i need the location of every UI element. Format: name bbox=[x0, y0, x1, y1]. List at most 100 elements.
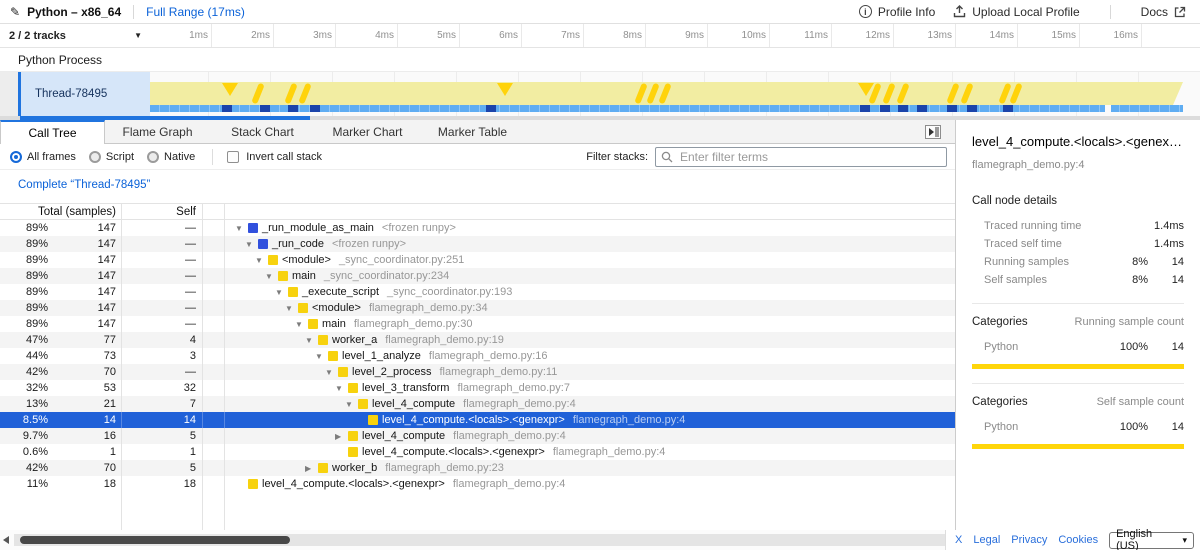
marker-slash-icon[interactable] bbox=[284, 83, 297, 105]
tab-flame-graph[interactable]: Flame Graph bbox=[105, 120, 210, 143]
tab-stack-chart[interactable]: Stack Chart bbox=[210, 120, 315, 143]
timeline-scrollbar bbox=[0, 116, 1200, 120]
category-name: Python bbox=[984, 418, 1104, 436]
expander-icon[interactable]: ▼ bbox=[275, 288, 288, 297]
radio-script[interactable]: Script bbox=[89, 151, 134, 163]
expander-icon[interactable]: ▼ bbox=[245, 240, 258, 249]
table-row[interactable]: 47%774▼worker_aflamegraph_demo.py:19 bbox=[0, 332, 955, 348]
footer-link-legal[interactable]: Legal bbox=[973, 534, 1000, 546]
marker-triangle-icon[interactable] bbox=[222, 83, 238, 96]
expander-icon[interactable]: ▼ bbox=[345, 400, 358, 409]
total-samples: 18 bbox=[48, 476, 121, 492]
table-row[interactable]: 89%147—▼main_sync_coordinator.py:234 bbox=[0, 268, 955, 284]
filter-stacks-input[interactable] bbox=[655, 147, 947, 167]
file-location: flamegraph_demo.py:4 bbox=[453, 430, 566, 442]
table-row[interactable]: 11%1818level_4_compute.<locals>.<genexpr… bbox=[0, 476, 955, 492]
category-percent: 100% bbox=[1104, 418, 1148, 436]
marker-triangle-icon[interactable] bbox=[497, 83, 513, 96]
table-row[interactable]: 13%217▼level_4_computeflamegraph_demo.py… bbox=[0, 396, 955, 412]
table-row[interactable]: 9.7%165▶level_4_computeflamegraph_demo.p… bbox=[0, 428, 955, 444]
self-cell: 5 bbox=[122, 460, 203, 476]
marker-slash-icon[interactable] bbox=[960, 83, 973, 105]
radio-all-frames[interactable]: All frames bbox=[10, 151, 76, 163]
category-color-bar bbox=[972, 364, 1184, 369]
table-row[interactable]: 89%147—▼_run_module_as_main<frozen runpy… bbox=[0, 220, 955, 236]
invert-call-stack-checkbox[interactable]: Invert call stack bbox=[227, 151, 322, 163]
scrollbar-thumb[interactable] bbox=[20, 536, 290, 544]
tab-marker-chart[interactable]: Marker Chart bbox=[315, 120, 420, 143]
table-row[interactable]: 42%70—▼level_2_processflamegraph_demo.py… bbox=[0, 364, 955, 380]
footer-link-cookies[interactable]: Cookies bbox=[1058, 534, 1098, 546]
function-name: main bbox=[322, 318, 346, 330]
sidebar: level_4_compute.<locals>.<genex… flamegr… bbox=[955, 120, 1200, 530]
expander-icon[interactable]: ▼ bbox=[325, 368, 338, 377]
tree-cell: ▼main_sync_coordinator.py:234 bbox=[225, 268, 955, 284]
total-cell: 32%53 bbox=[0, 380, 122, 396]
expander-icon[interactable]: ▼ bbox=[285, 304, 298, 313]
language-select[interactable]: English (US)▾ bbox=[1109, 532, 1194, 549]
full-range-link[interactable]: Full Range (17ms) bbox=[146, 5, 245, 19]
footer-link-privacy[interactable]: Privacy bbox=[1011, 534, 1047, 546]
sidebar-toggle-button[interactable] bbox=[925, 125, 941, 139]
timeline-scrollbar-thumb[interactable] bbox=[20, 116, 310, 120]
expander-icon[interactable]: ▼ bbox=[295, 320, 308, 329]
tree-cell: level_4_compute.<locals>.<genexpr>flameg… bbox=[225, 412, 955, 428]
category-color-cell bbox=[203, 220, 225, 236]
expander-icon[interactable]: ▶ bbox=[305, 464, 318, 473]
table-row[interactable]: 42%705▶worker_bflamegraph_demo.py:23 bbox=[0, 460, 955, 476]
divider bbox=[1110, 5, 1111, 19]
expander-icon[interactable]: ▼ bbox=[255, 256, 268, 265]
scroll-left-arrow-icon[interactable] bbox=[3, 536, 9, 544]
docs-button[interactable]: Docs bbox=[1141, 5, 1186, 19]
table-row[interactable]: 8.5%1414level_4_compute.<locals>.<genexp… bbox=[0, 412, 955, 428]
marker-slash-icon[interactable] bbox=[646, 83, 659, 105]
table-row[interactable]: 0.6%11level_4_compute.<locals>.<genexpr>… bbox=[0, 444, 955, 460]
detail-label: Self samples bbox=[984, 271, 1104, 289]
table-row[interactable]: 89%147—▼<module>_sync_coordinator.py:251 bbox=[0, 252, 955, 268]
process-track-header[interactable]: Python Process bbox=[0, 48, 1200, 72]
marker-slash-icon[interactable] bbox=[251, 83, 264, 105]
category-color-cell bbox=[203, 284, 225, 300]
table-row[interactable]: 89%147—▼_execute_script_sync_coordinator… bbox=[0, 284, 955, 300]
checkbox-icon bbox=[227, 151, 239, 163]
table-row[interactable]: 32%5332▼level_3_transformflamegraph_demo… bbox=[0, 380, 955, 396]
marker-slash-icon[interactable] bbox=[882, 83, 895, 105]
radio-native[interactable]: Native bbox=[147, 151, 195, 163]
expander-icon[interactable]: ▼ bbox=[315, 352, 328, 361]
external-link-icon bbox=[1174, 6, 1186, 18]
scrollbar-track[interactable] bbox=[14, 534, 945, 546]
column-header-total[interactable]: Total (samples) bbox=[0, 204, 122, 219]
expander-icon[interactable]: ▼ bbox=[305, 336, 318, 345]
tree-cell: ▼mainflamegraph_demo.py:30 bbox=[225, 316, 955, 332]
expander-icon[interactable]: ▶ bbox=[335, 432, 348, 441]
table-row[interactable]: 89%147—▼_run_code<frozen runpy> bbox=[0, 236, 955, 252]
total-percent: 44% bbox=[0, 348, 48, 364]
table-row[interactable]: 89%147—▼mainflamegraph_demo.py:30 bbox=[0, 316, 955, 332]
marker-slash-icon[interactable] bbox=[658, 83, 671, 105]
tab-marker-table[interactable]: Marker Table bbox=[420, 120, 525, 143]
marker-slash-icon[interactable] bbox=[298, 83, 311, 105]
table-row[interactable]: 44%733▼level_1_analyzeflamegraph_demo.py… bbox=[0, 348, 955, 364]
total-percent: 47% bbox=[0, 332, 48, 348]
tracks-dropdown-button[interactable]: 2 / 2 tracks ▼ bbox=[0, 24, 150, 47]
profile-info-button[interactable]: i Profile Info bbox=[859, 5, 935, 19]
marker-slash-icon[interactable] bbox=[634, 83, 647, 105]
marker-slash-icon[interactable] bbox=[1009, 83, 1022, 105]
category-color-cell bbox=[203, 476, 225, 492]
category-square-icon bbox=[338, 367, 348, 377]
marker-slash-icon[interactable] bbox=[946, 83, 959, 105]
thread-track-canvas[interactable] bbox=[150, 72, 1200, 116]
footer-link-x[interactable]: X bbox=[955, 534, 962, 546]
expander-icon[interactable]: ▼ bbox=[335, 384, 348, 393]
marker-band bbox=[150, 82, 1183, 105]
table-row[interactable]: 89%147—▼<module>flamegraph_demo.py:34 bbox=[0, 300, 955, 316]
thread-track-label[interactable]: Thread-78495 bbox=[21, 72, 150, 116]
column-header-self[interactable]: Self bbox=[122, 204, 203, 219]
tab-call-tree[interactable]: Call Tree bbox=[0, 120, 105, 144]
expander-icon[interactable]: ▼ bbox=[235, 224, 248, 233]
breadcrumb-complete-link[interactable]: Complete “Thread-78495” bbox=[18, 179, 150, 191]
marker-slash-icon[interactable] bbox=[896, 83, 909, 105]
expander-icon[interactable]: ▼ bbox=[265, 272, 278, 281]
chevron-down-icon: ▼ bbox=[134, 31, 142, 40]
upload-profile-button[interactable]: Upload Local Profile bbox=[953, 5, 1079, 19]
